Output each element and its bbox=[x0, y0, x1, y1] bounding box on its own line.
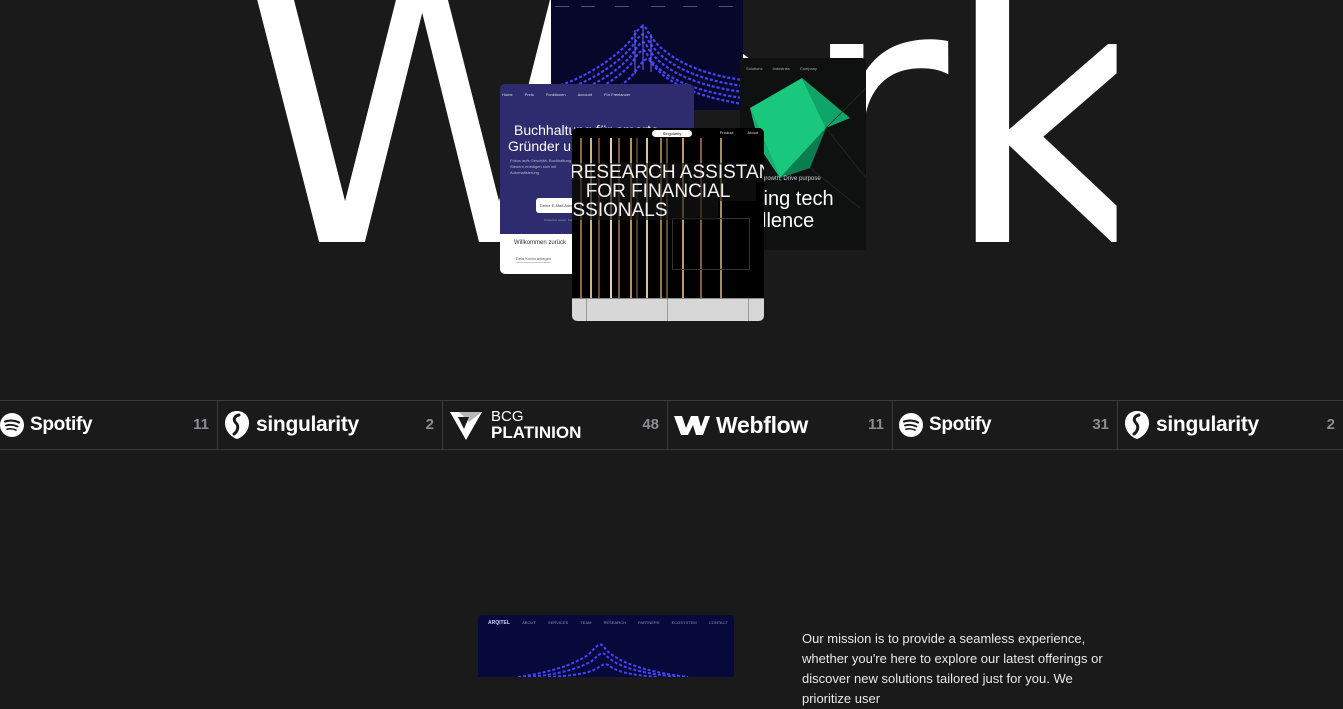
singularity-icon bbox=[225, 411, 249, 439]
client-tile-spotify[interactable]: Spotify 11 bbox=[0, 401, 218, 449]
acct-nav-item[interactable]: Funktionen bbox=[546, 92, 566, 97]
client-name-bottom: PLATINION bbox=[491, 423, 582, 442]
acct-subtitle: Fokus aufs Geschäft. Buchhaltung und Ste… bbox=[510, 158, 579, 175]
client-tile-singularity[interactable]: singularity 2 bbox=[218, 401, 443, 449]
webflow-icon bbox=[674, 416, 710, 435]
acct-title-line2: Gründer u bbox=[508, 138, 572, 154]
research-headline-line1: RESEARCH ASSISTANT bbox=[572, 163, 764, 182]
project-card-research[interactable]: Singularity Product About RESEARCH ASSIS… bbox=[572, 128, 764, 321]
client-name: Webflow bbox=[716, 411, 809, 438]
client-project-count: 11 bbox=[193, 416, 209, 433]
client-tile-singularity[interactable]: singularity 2 bbox=[1118, 401, 1343, 449]
client-name: Spotify bbox=[929, 414, 992, 435]
bcg-platinion-icon bbox=[450, 412, 482, 440]
client-tile-webflow[interactable]: Webflow 11 bbox=[668, 401, 893, 449]
client-project-count: 31 bbox=[1092, 416, 1109, 433]
client-name: singularity bbox=[256, 413, 359, 436]
acct-nav-item[interactable]: Account bbox=[578, 92, 592, 97]
research-nav-item[interactable]: About bbox=[748, 130, 758, 135]
research-headline-line2: FOR FINANCIAL bbox=[572, 182, 756, 201]
client-tile-spotify[interactable]: Spotify 31 bbox=[893, 401, 1118, 449]
tech-headline-line2: llence bbox=[762, 210, 815, 232]
client-name-top: BCG bbox=[491, 408, 524, 425]
client-project-count: 48 bbox=[642, 416, 659, 433]
wave-chart-icon bbox=[517, 643, 689, 677]
client-strip: Spotify 11 singularity 2 BCG PLATINION 4 bbox=[0, 400, 1343, 450]
acct-nav-item[interactable]: Home bbox=[502, 92, 513, 97]
research-nav-item[interactable]: Product bbox=[720, 130, 734, 135]
acct-panel-field[interactable]: Dein Konto anlegen bbox=[516, 256, 552, 263]
acct-card-nav: Home Preis Funktionen Account Für Freela… bbox=[500, 92, 694, 97]
acct-nav-item[interactable]: Preis bbox=[525, 92, 534, 97]
acct-nav-item[interactable]: Für Freelancer bbox=[604, 92, 630, 97]
client-tile-bcg-platinion[interactable]: BCG PLATINION 48 bbox=[443, 401, 668, 449]
client-name: singularity bbox=[1156, 413, 1259, 436]
tech-tagline: growth, Drive purpose bbox=[762, 176, 821, 182]
client-project-count: 2 bbox=[1326, 416, 1335, 433]
singularity-icon bbox=[1125, 411, 1149, 439]
tech-headline-line1: ting tech bbox=[758, 188, 834, 210]
client-name: Spotify bbox=[30, 414, 93, 435]
research-pill[interactable]: Singularity bbox=[652, 130, 692, 137]
spotify-icon bbox=[0, 413, 24, 437]
research-frame bbox=[672, 218, 750, 270]
mission-text: Our mission is to provide a seamless exp… bbox=[802, 631, 1103, 706]
acct-panel-heading: Willkommen zurück bbox=[514, 240, 567, 246]
research-headline-line3: SSIONALS bbox=[572, 201, 718, 220]
client-project-count: 2 bbox=[425, 416, 434, 433]
research-nav: Product About bbox=[720, 130, 758, 135]
client-project-count: 11 bbox=[868, 416, 884, 433]
project-preview-arqitel[interactable]: ARQITEL ABOUT SERVICES TEAM RESEARCH PAR… bbox=[478, 615, 734, 677]
spotify-icon bbox=[899, 413, 923, 437]
research-grid bbox=[572, 298, 764, 321]
